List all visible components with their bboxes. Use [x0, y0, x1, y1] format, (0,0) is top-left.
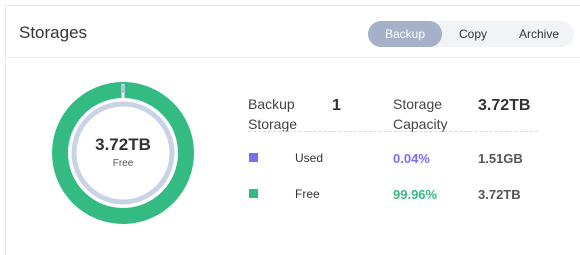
free-percent: 99.96% — [393, 187, 438, 202]
storage-capacity-label-line1: Storage — [393, 96, 443, 112]
free-amount: 3.72TB — [478, 187, 521, 202]
backup-storage-label-line2: Storage — [248, 116, 298, 132]
donut-center-value: 3.72TB — [95, 135, 151, 154]
backup-storage-count: 1 — [332, 97, 341, 114]
used-legend-swatch — [249, 153, 258, 162]
divider — [248, 131, 538, 132]
storage-capacity-value: 3.72TB — [478, 97, 531, 114]
used-legend-label: Used — [295, 151, 324, 165]
backup-storage-label-line1: Backup — [248, 96, 295, 112]
donut-center-label: Free — [112, 158, 134, 169]
storage-donut-chart: 3.72TB Free — [50, 80, 196, 226]
used-amount: 1.51GB — [478, 151, 523, 166]
free-legend-swatch — [249, 189, 258, 198]
tab-archive[interactable]: Archive — [504, 21, 574, 47]
storage-type-tabs: Backup Copy Archive — [368, 21, 574, 47]
storage-capacity-label-line2: Capacity — [393, 116, 448, 132]
panel-header: Storages Backup Copy Archive — [6, 6, 580, 58]
tab-backup[interactable]: Backup — [368, 21, 442, 47]
tab-copy[interactable]: Copy — [442, 21, 504, 47]
panel-title: Storages — [19, 23, 88, 42]
free-legend-label: Free — [295, 187, 320, 201]
used-percent: 0.04% — [393, 151, 430, 166]
